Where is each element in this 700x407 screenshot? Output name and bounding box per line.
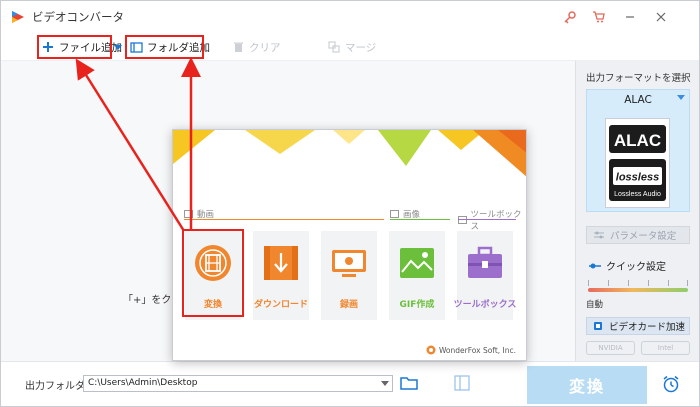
alac-logo: ALAC lossless Lossless Audio (605, 118, 670, 208)
tile-record-label: 録画 (339, 300, 358, 310)
clear-label: クリア (249, 41, 281, 54)
alarm-clock-icon[interactable] (661, 374, 681, 394)
quick-setting-icon (589, 263, 601, 268)
quality-slider-ticks (588, 280, 688, 286)
parameter-settings-label: パラメータ設定 (610, 231, 677, 242)
sliders-icon (594, 231, 604, 239)
tile-download[interactable]: ダウンロード (253, 231, 309, 320)
screen-record-icon (332, 250, 366, 277)
title-bar: ビデオコンバータ (1, 1, 699, 33)
tile-record[interactable]: 録画 (321, 231, 377, 320)
format-dropdown-caret-icon[interactable] (677, 95, 685, 100)
image-section-icon (390, 210, 399, 218)
gpu-vendor-chips: NVIDIA Intel (586, 341, 690, 355)
chip-icon (594, 322, 602, 330)
bottom-bar: 出力フォルダ： C:\Users\Admin\Desktop 変換 (1, 361, 699, 406)
add-file-dropdown-button[interactable] (113, 37, 123, 57)
section-toolbox: ツールボックス (458, 208, 526, 232)
window-title: ビデオコンバータ (32, 10, 124, 24)
video-section-line (184, 219, 384, 220)
caret-down-icon (114, 45, 122, 50)
intel-chip: Intel (641, 341, 690, 355)
tile-toolbox[interactable]: ツールボックス (454, 231, 516, 320)
lossless-caption: Lossless Audio (614, 191, 661, 198)
output-folder-dropdown-icon[interactable] (381, 381, 389, 386)
format-selector[interactable]: ALAC ALAC lossless Lossless Audio (586, 89, 690, 212)
dialog-banner (173, 130, 526, 177)
minimize-icon[interactable] (618, 7, 642, 27)
app-window: ビデオコンバータ ファイル追加 フォルダ追加 クリア マージ 「+」をクリッ 出… (0, 0, 700, 407)
toolbox-section-line (458, 219, 516, 220)
image-section-line (390, 219, 450, 220)
annotation-box-add-folder (125, 35, 204, 59)
gpu-acceleration-label: ビデオカード加速 (609, 322, 686, 333)
alac-logo-text: ALAC (614, 131, 661, 150)
output-folder-field[interactable]: C:\Users\Admin\Desktop (83, 375, 393, 392)
video-section-icon (184, 210, 193, 218)
auto-label: 自動 (586, 300, 604, 310)
right-panel: 出力フォーマットを選択 ALAC ALAC lossless Lossless … (575, 61, 699, 361)
output-folder-path: C:\Users\Admin\Desktop (88, 378, 198, 388)
cart-icon[interactable] (587, 7, 611, 27)
wonderfox-brand: WonderFox Soft, Inc. (426, 345, 516, 355)
lossless-logo-text: lossless (616, 172, 659, 184)
merge-button[interactable]: マージ (327, 37, 376, 57)
image-icon (400, 248, 434, 278)
tile-download-label: ダウンロード (253, 300, 308, 310)
key-icon[interactable] (558, 7, 582, 27)
annotation-box-add-file (37, 35, 112, 59)
quick-setting: クイック設定 (588, 258, 666, 273)
tile-toolbox-label: ツールボックス (453, 300, 517, 310)
output-merge-icon[interactable] (453, 374, 471, 392)
annotation-box-convert-tile (182, 229, 244, 317)
tile-gif-maker[interactable]: GIF作成 (389, 231, 445, 320)
download-icon (264, 246, 298, 280)
trash-icon (231, 40, 245, 54)
output-format-title: 出力フォーマットを選択 (586, 73, 691, 84)
parameter-settings-button[interactable]: パラメータ設定 (586, 226, 690, 244)
quick-setting-label: クイック設定 (606, 262, 666, 273)
convert-button[interactable]: 変換 (527, 366, 647, 404)
wonderfox-logo-icon (426, 345, 436, 355)
merge-label: マージ (345, 41, 377, 54)
clear-button[interactable]: クリア (231, 37, 281, 57)
open-folder-icon[interactable] (400, 375, 418, 391)
wonderfox-brand-text: WonderFox Soft, Inc. (438, 345, 516, 355)
quality-slider[interactable] (588, 288, 688, 292)
merge-icon (327, 40, 341, 54)
close-icon[interactable] (649, 7, 673, 27)
section-toolbox-label: ツールボックス (470, 210, 522, 232)
toolbox-icon (468, 246, 502, 278)
toolbox-section-icon (458, 216, 467, 224)
format-name: ALAC (624, 94, 652, 106)
nvidia-chip: NVIDIA (586, 341, 635, 355)
app-logo-icon (12, 11, 24, 23)
tile-gif-label: GIF作成 (399, 300, 435, 310)
gpu-acceleration-button[interactable]: ビデオカード加速 (586, 317, 690, 335)
